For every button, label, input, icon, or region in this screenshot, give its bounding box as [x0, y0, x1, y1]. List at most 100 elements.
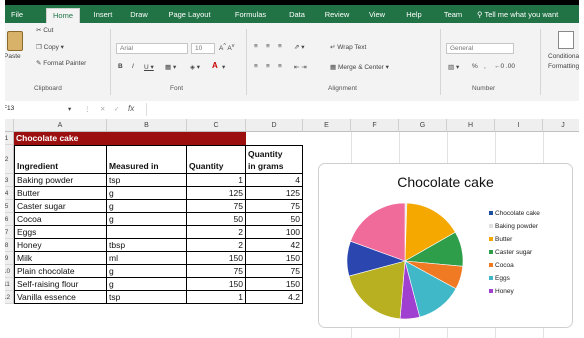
tab-data[interactable]: Data: [283, 8, 311, 22]
column-header[interactable]: D: [246, 119, 303, 132]
column-header[interactable]: I: [495, 119, 543, 132]
cell-measured-in[interactable]: tsp: [107, 291, 187, 304]
name-box-dropdown[interactable]: ▾: [68, 105, 71, 113]
column-header[interactable]: A: [14, 119, 107, 132]
percent-icon[interactable]: %: [472, 63, 478, 70]
cell-measured-in[interactable]: g: [107, 278, 187, 291]
cell-quantity[interactable]: 150: [187, 252, 246, 265]
cell-grams[interactable]: 150: [246, 278, 303, 291]
tab-page-layout[interactable]: Page Layout: [162, 8, 217, 22]
cell-grams[interactable]: 125: [246, 187, 303, 200]
align-center-icon[interactable]: ≡: [266, 63, 270, 70]
tab-file[interactable]: File: [6, 8, 28, 22]
column-header[interactable]: C: [187, 119, 246, 132]
column-header[interactable]: B: [107, 119, 187, 132]
worksheet-grid[interactable]: A B C D E F G H I J 1 2 3 4 5 6 7 8 9 10 11 12 Choc…: [0, 119, 584, 338]
fill-color-icon[interactable]: ◈ ▾: [190, 63, 200, 71]
cell-quantity[interactable]: 2: [187, 226, 246, 239]
tab-home[interactable]: Home: [46, 8, 80, 23]
formula-more-icon[interactable]: ⋮: [84, 105, 91, 113]
cell-ingredient[interactable]: Milk: [14, 252, 107, 265]
number-format-dropdown[interactable]: General: [446, 43, 514, 54]
font-color-dropdown[interactable]: ▾: [222, 63, 225, 71]
legend-item[interactable]: Cocoa: [489, 259, 540, 272]
function-icon[interactable]: fx: [128, 104, 134, 113]
cell-ingredient[interactable]: Butter: [14, 187, 107, 200]
cell-grams[interactable]: 50: [246, 213, 303, 226]
cell-ingredient[interactable]: Eggs: [14, 226, 107, 239]
cell-grams[interactable]: 100: [246, 226, 303, 239]
comma-icon[interactable]: ,: [484, 63, 486, 70]
cell-ingredient[interactable]: Honey: [14, 239, 107, 252]
font-name-dropdown[interactable]: Arial: [116, 43, 188, 54]
bold-button[interactable]: B: [118, 63, 123, 70]
header-quantity[interactable]: Quantity: [187, 145, 246, 174]
align-right-icon[interactable]: ≡: [278, 63, 282, 70]
font-color-icon[interactable]: A: [212, 61, 218, 70]
cell-ingredient[interactable]: Self-raising flour: [14, 278, 107, 291]
tab-formulas[interactable]: Formulas: [228, 8, 273, 22]
formula-input[interactable]: [146, 103, 583, 116]
cell-grams[interactable]: 4: [246, 174, 303, 187]
cell-measured-in[interactable]: ml: [107, 252, 187, 265]
format-painter-button[interactable]: ✎ Format Painter: [36, 59, 86, 67]
decimal-icon[interactable]: ←0 .00: [494, 63, 515, 70]
align-left-icon[interactable]: ≡: [254, 63, 258, 70]
cell-quantity[interactable]: 75: [187, 265, 246, 278]
cell-grams[interactable]: 4.2: [246, 291, 303, 304]
enter-icon[interactable]: ✓: [114, 105, 119, 113]
header-measured-in[interactable]: Measured in: [107, 145, 187, 174]
cut-button[interactable]: ✂ Cut: [36, 26, 53, 34]
column-header[interactable]: F: [351, 119, 399, 132]
cell-quantity[interactable]: 1: [187, 291, 246, 304]
cell-ingredient[interactable]: Plain chocolate: [14, 265, 107, 278]
underline-button[interactable]: U ▾: [144, 63, 154, 71]
paste-button[interactable]: Paste: [4, 29, 26, 73]
legend-item[interactable]: Honey: [489, 285, 540, 298]
align-middle-icon[interactable]: ≡: [266, 43, 270, 50]
cell-ingredient[interactable]: Baking powder: [14, 174, 107, 187]
legend-item[interactable]: Baking powder: [489, 220, 540, 233]
legend-item[interactable]: Caster sugar: [489, 246, 540, 259]
column-header[interactable]: E: [303, 119, 351, 132]
italic-button[interactable]: I: [132, 63, 134, 70]
cell-quantity[interactable]: 75: [187, 200, 246, 213]
column-header[interactable]: J: [543, 119, 584, 132]
indent-icon[interactable]: ⇤ ⇥: [294, 63, 307, 71]
name-box[interactable]: F13: [3, 105, 63, 112]
cell-quantity[interactable]: 125: [187, 187, 246, 200]
legend-item[interactable]: Eggs: [489, 272, 540, 285]
orientation-icon[interactable]: ⇗ ▾: [294, 43, 305, 51]
align-bottom-icon[interactable]: ≡: [278, 43, 282, 50]
cell-measured-in[interactable]: g: [107, 213, 187, 226]
tell-me-search[interactable]: ⚲ Tell me what you want: [477, 8, 584, 22]
copy-button[interactable]: ❐ Copy ▾: [36, 43, 64, 51]
tab-help[interactable]: Help: [400, 8, 428, 22]
align-top-icon[interactable]: ≡: [254, 43, 258, 50]
cell-ingredient[interactable]: Caster sugar: [14, 200, 107, 213]
cell-ingredient[interactable]: Cocoa: [14, 213, 107, 226]
legend-item[interactable]: Butter: [489, 233, 540, 246]
cell-quantity[interactable]: 50: [187, 213, 246, 226]
cell-quantity[interactable]: 2: [187, 239, 246, 252]
column-header[interactable]: H: [447, 119, 495, 132]
cell-grams[interactable]: 150: [246, 252, 303, 265]
tab-draw[interactable]: Draw: [125, 8, 153, 22]
font-size-dropdown[interactable]: 10: [191, 43, 215, 54]
cell-grams[interactable]: 75: [246, 200, 303, 213]
wrap-text-button[interactable]: ↵ Wrap Text: [330, 43, 366, 51]
table-title-cell[interactable]: Chocolate cake: [14, 132, 246, 145]
cancel-icon[interactable]: ✕: [100, 105, 105, 113]
cell-measured-in[interactable]: tsp: [107, 174, 187, 187]
cell-measured-in[interactable]: g: [107, 265, 187, 278]
cell-quantity[interactable]: 1: [187, 174, 246, 187]
tab-view[interactable]: View: [363, 8, 391, 22]
currency-icon[interactable]: ▧ ▾: [448, 63, 459, 71]
cell-measured-in[interactable]: g: [107, 187, 187, 200]
tab-review[interactable]: Review: [320, 8, 354, 22]
cell-measured-in[interactable]: [107, 226, 187, 239]
grow-font-button[interactable]: A^ Av: [219, 43, 234, 52]
legend-item[interactable]: Chocolate cake: [489, 207, 540, 220]
merge-center-button[interactable]: ▦ Merge & Center ▾: [330, 63, 389, 71]
cell-ingredient[interactable]: Vanilla essence: [14, 291, 107, 304]
